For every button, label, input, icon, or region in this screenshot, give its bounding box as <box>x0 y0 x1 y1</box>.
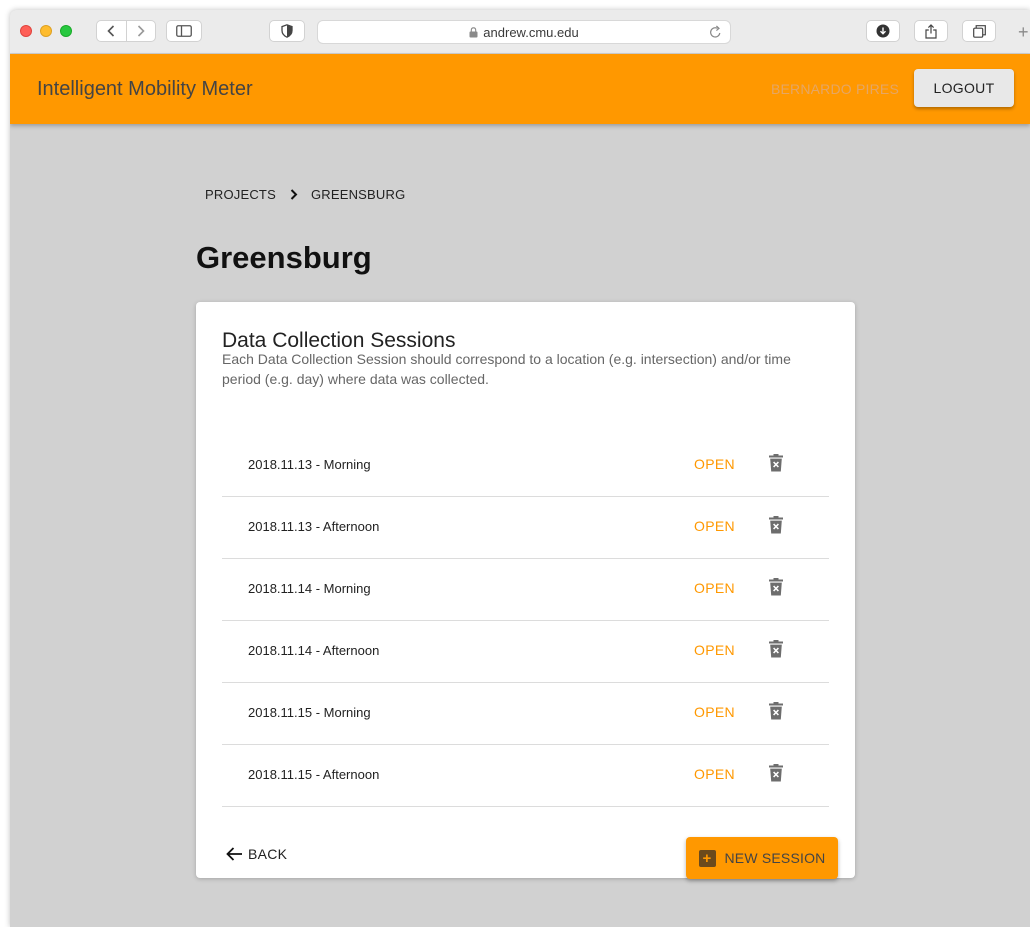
tab-overview-button[interactable] <box>962 20 996 42</box>
session-name: 2018.11.15 - Morning <box>248 705 371 720</box>
sidebar-icon <box>176 25 192 37</box>
chevron-left-icon <box>107 25 115 37</box>
open-session-button[interactable]: OPEN <box>694 518 735 534</box>
breadcrumb-projects[interactable]: PROJECTS <box>205 187 276 202</box>
address-bar[interactable]: andrew.cmu.edu <box>317 20 731 44</box>
open-session-button[interactable]: OPEN <box>694 642 735 658</box>
new-session-button[interactable]: + NEW SESSION <box>686 837 838 879</box>
minimize-window-button[interactable] <box>40 25 52 37</box>
open-session-button[interactable]: OPEN <box>694 580 735 596</box>
browser-toolbar: andrew.cmu.edu + <box>10 10 1030 54</box>
delete-icon[interactable] <box>769 516 783 534</box>
plus-box-icon: + <box>698 849 716 867</box>
tabs-icon <box>972 24 986 38</box>
session-name: 2018.11.13 - Morning <box>248 457 371 472</box>
sidebar-toggle-button[interactable] <box>166 20 202 42</box>
maximize-window-button[interactable] <box>60 25 72 37</box>
session-row: 2018.11.13 - Afternoon OPEN <box>222 497 829 559</box>
back-label: BACK <box>248 846 288 862</box>
card-description: Each Data Collection Session should corr… <box>222 351 791 387</box>
arrow-left-icon <box>226 847 242 861</box>
downloads-button[interactable] <box>866 20 900 42</box>
privacy-report-button[interactable] <box>269 20 305 42</box>
shield-icon <box>281 24 293 38</box>
delete-icon[interactable] <box>769 702 783 720</box>
share-button[interactable] <box>914 20 948 42</box>
back-nav-button[interactable] <box>97 21 126 41</box>
session-row: 2018.11.15 - Afternoon OPEN <box>222 745 829 807</box>
lock-icon <box>469 26 478 38</box>
session-name: 2018.11.15 - Afternoon <box>248 767 380 782</box>
chevron-right-icon <box>290 189 298 200</box>
open-session-button[interactable]: OPEN <box>694 704 735 720</box>
forward-nav-button[interactable] <box>126 21 155 41</box>
session-row: 2018.11.13 - Morning OPEN <box>222 435 829 497</box>
sessions-card: Data Collection Sessions Each Data Colle… <box>196 302 855 879</box>
session-list: 2018.11.13 - Morning OPEN 2018.11.13 - A… <box>222 435 829 807</box>
new-tab-button[interactable]: + <box>1018 23 1029 41</box>
download-icon <box>876 24 890 38</box>
delete-icon[interactable] <box>769 454 783 472</box>
page-title: Greensburg <box>196 240 372 275</box>
user-name[interactable]: BERNARDO PIRES <box>771 81 899 97</box>
new-session-label: NEW SESSION <box>724 850 826 866</box>
delete-icon[interactable] <box>769 764 783 782</box>
session-name: 2018.11.14 - Morning <box>248 581 371 596</box>
close-window-button[interactable] <box>20 25 32 37</box>
url-text: andrew.cmu.edu <box>483 24 579 40</box>
browser-window: andrew.cmu.edu + Intelligent Mobility Me… <box>10 10 1030 927</box>
session-name: 2018.11.14 - Afternoon <box>248 643 380 658</box>
back-button[interactable]: BACK <box>226 846 287 862</box>
delete-icon[interactable] <box>769 578 783 596</box>
share-icon <box>925 23 937 39</box>
open-session-button[interactable]: OPEN <box>694 456 735 472</box>
breadcrumb-current: GREENSBURG <box>310 187 406 202</box>
app-header: Intelligent Mobility Meter BERNARDO PIRE… <box>10 54 1030 124</box>
breadcrumb: PROJECTS GREENSBURG <box>205 187 405 202</box>
reload-icon[interactable] <box>709 25 722 39</box>
session-row: 2018.11.15 - Morning OPEN <box>222 683 829 745</box>
session-row: 2018.11.14 - Afternoon OPEN <box>222 621 829 683</box>
chevron-right-icon <box>137 25 145 37</box>
open-session-button[interactable]: OPEN <box>694 766 735 782</box>
history-nav <box>96 20 156 42</box>
session-name: 2018.11.13 - Afternoon <box>248 519 380 534</box>
app-title: Intelligent Mobility Meter <box>37 78 253 100</box>
delete-icon[interactable] <box>769 640 783 658</box>
logout-button[interactable]: LOGOUT <box>914 69 1014 107</box>
session-row: 2018.11.14 - Morning OPEN <box>222 559 829 621</box>
